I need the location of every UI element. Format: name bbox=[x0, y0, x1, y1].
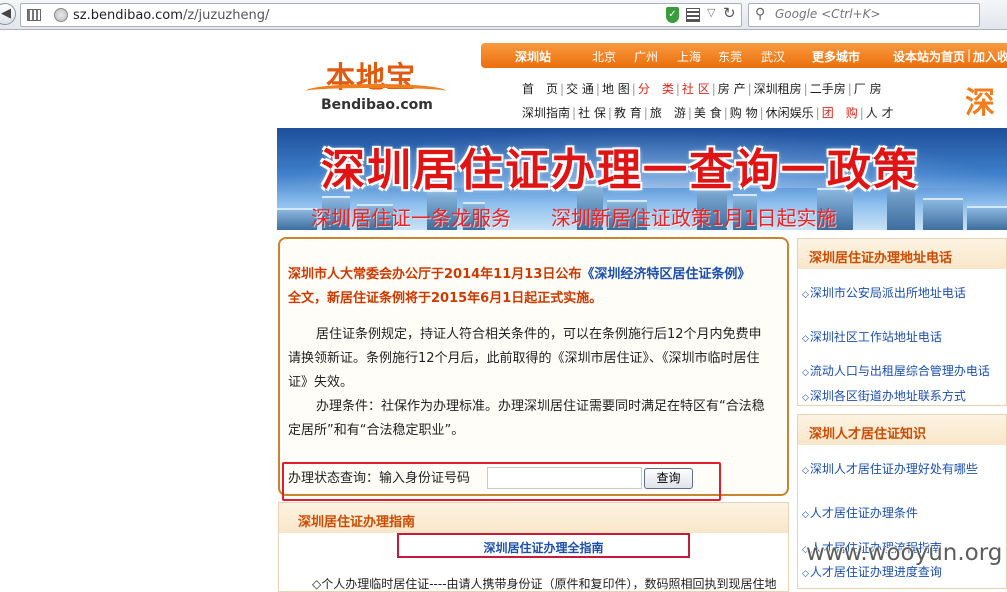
reload-icon[interactable]: ↻ bbox=[723, 4, 736, 22]
nav-link[interactable]: 二手房 bbox=[810, 82, 846, 96]
shield-icon[interactable]: ✓ bbox=[666, 7, 679, 23]
main-content-box: 深圳市人大常委会办公厅于2014年11月13日公布《深圳经济特区居住证条例》全文… bbox=[278, 237, 789, 496]
globe-icon bbox=[54, 8, 68, 22]
logo-swoosh bbox=[306, 84, 446, 98]
nav-row-1: 首 页 | 交 通 | 地 图 | 分 类 | 社 区 | 房 产 | 深圳租房 | 二手房 | 厂 房 bbox=[522, 82, 882, 96]
url-text[interactable]: sz.bendibao.com/z/juzuzheng/ bbox=[73, 8, 269, 23]
sidebar-link[interactable]: 深圳人才居住证办理好处有哪些 bbox=[802, 460, 978, 477]
sidebar-link[interactable]: 人才居住证办理条件 bbox=[802, 504, 918, 521]
set-homepage-link[interactable]: 设本站为首页 bbox=[893, 48, 965, 65]
full-guide-link[interactable]: 深圳居住证办理全指南 bbox=[399, 539, 688, 556]
magnifier-icon: ⚲ bbox=[755, 6, 766, 22]
more-cities-link[interactable]: 更多城市 bbox=[812, 48, 860, 65]
guide-item[interactable]: ◇个人办理临时居住证----由请人携带身份证（原件和复印件），数码照相回执到现居… bbox=[312, 575, 792, 592]
lead-prefix: 深圳市人大常委会办公厅于2014年11月13日公布 bbox=[288, 267, 582, 282]
banner-title: 深圳居住证办理一查询一政策 bbox=[321, 145, 919, 196]
city-bar: 深圳站 北京 广州 上海 东莞 武汉 更多城市 设本站为首页 | 加入收 bbox=[481, 43, 1007, 68]
city-link[interactable]: 北京 bbox=[592, 48, 616, 65]
sidebar-link[interactable]: 深圳市公安局派出所地址电话 bbox=[802, 284, 966, 301]
nav-row-2: 深圳指南 | 社 保 | 教 育 | 旅 游 | 美 食 | 购 物 | 休闲娱乐 | 团 购 | 人 才 bbox=[522, 106, 894, 120]
guide-link-box: 深圳居住证办理全指南 bbox=[397, 533, 690, 558]
sidebar-address-section: 深圳居住证办理地址电话 深圳市公安局派出所地址电话 深圳社区工作站地址电话 流动… bbox=[797, 238, 1007, 406]
nav-link[interactable]: 交 通 bbox=[566, 82, 594, 96]
sidebar-link[interactable]: 流动人口与出租屋综合管理办电话 bbox=[802, 362, 990, 379]
nav-link[interactable]: 休闲娱乐 bbox=[766, 106, 814, 120]
logo-english: Bendibao.com bbox=[321, 97, 433, 113]
nav-link[interactable]: 旅 游 bbox=[650, 106, 686, 120]
sidebar-link[interactable]: 深圳社区工作站地址电话 bbox=[802, 328, 942, 345]
tabs-grid-icon[interactable] bbox=[27, 9, 41, 21]
url-path: /z/juzuzheng/ bbox=[182, 8, 270, 23]
city-link[interactable]: 东莞 bbox=[718, 48, 742, 65]
url-host: sz.bendibao.com bbox=[73, 8, 183, 23]
nav-link[interactable]: 厂 房 bbox=[854, 82, 882, 96]
banner: 深圳居住证办理一查询一政策 深圳居住证一条龙服务 深圳新居住证政策1月1日起实施 bbox=[277, 128, 1007, 230]
lead-suffix: 全文，新居住证条例将于2015年6月1日起正式实施。 bbox=[288, 291, 603, 306]
nav-link[interactable]: 购 物 bbox=[730, 106, 758, 120]
nav-link[interactable]: 分 类 bbox=[638, 82, 674, 96]
nav-link[interactable]: 社 区 bbox=[682, 82, 710, 96]
nav-link[interactable]: 房 产 bbox=[718, 82, 746, 96]
back-arrow-icon[interactable]: ◀ bbox=[0, 3, 16, 25]
nav-link[interactable]: 首 页 bbox=[522, 82, 558, 96]
banner-marquee[interactable]: 深圳居住证一条龙服务 深圳新居住证政策1月1日起实施 bbox=[311, 202, 836, 230]
search-input[interactable] bbox=[775, 7, 975, 21]
nav-link[interactable]: 地 图 bbox=[602, 82, 630, 96]
highlight-box bbox=[282, 462, 721, 501]
current-city[interactable]: 深圳站 bbox=[515, 48, 551, 65]
city-link[interactable]: 武汉 bbox=[761, 48, 785, 65]
city-link[interactable]: 广州 bbox=[634, 48, 658, 65]
nav-link[interactable]: 团 购 bbox=[822, 106, 858, 120]
qr-code-icon[interactable] bbox=[686, 8, 700, 22]
dropdown-arrow-icon[interactable]: ▽ bbox=[707, 6, 715, 19]
nav-link[interactable]: 深圳租房 bbox=[754, 82, 802, 96]
paragraph-conditions: 办理条件：社保作为办理标准。办理深圳居住证需要同时满足在特区有“合法稳定居所”和… bbox=[288, 399, 765, 438]
sidebar-title: 深圳人才居住证知识 bbox=[798, 415, 1006, 445]
regulation-link[interactable]: 《深圳经济特区居住证条例》 bbox=[581, 267, 750, 282]
nav-link[interactable]: 教 育 bbox=[614, 106, 642, 120]
nav-link[interactable]: 社 保 bbox=[578, 106, 606, 120]
sidebar-link[interactable]: 深圳各区街道办地址联系方式 bbox=[802, 387, 966, 404]
city-link[interactable]: 上海 bbox=[677, 48, 701, 65]
guide-title: 深圳居住证办理指南 bbox=[298, 515, 416, 530]
watermark-text: www.wooyun.org bbox=[806, 540, 1003, 566]
guide-section: 深圳居住证办理指南 深圳居住证办理全指南 ◇个人办理临时居住证----由请人携带… bbox=[278, 502, 789, 592]
nav-link[interactable]: 人 才 bbox=[866, 106, 894, 120]
paragraph-regulation: 居住证条例规定，持证人符合相关条件的，可以在条例施行后12个月内免费申请换领新证… bbox=[288, 327, 762, 390]
add-favorite-link[interactable]: 加入收 bbox=[973, 48, 1007, 65]
sidebar-title: 深圳居住证办理地址电话 bbox=[798, 239, 1006, 269]
nav-link[interactable]: 美 食 bbox=[694, 106, 722, 120]
search-bar[interactable]: ⚲ bbox=[748, 3, 980, 27]
lead-paragraph: 深圳市人大常委会办公厅于2014年11月13日公布《深圳经济特区居住证条例》全文… bbox=[288, 263, 758, 311]
browser-toolbar: ◀ sz.bendibao.com/z/juzuzheng/ ✓ ▽ ↻ ⚲ bbox=[0, 0, 1007, 30]
address-bar[interactable]: sz.bendibao.com/z/juzuzheng/ ✓ ▽ ↻ bbox=[20, 3, 742, 27]
site-logo[interactable]: 本地宝 Bendibao.com bbox=[306, 52, 446, 116]
nav-link[interactable]: 深圳指南 bbox=[522, 106, 570, 120]
